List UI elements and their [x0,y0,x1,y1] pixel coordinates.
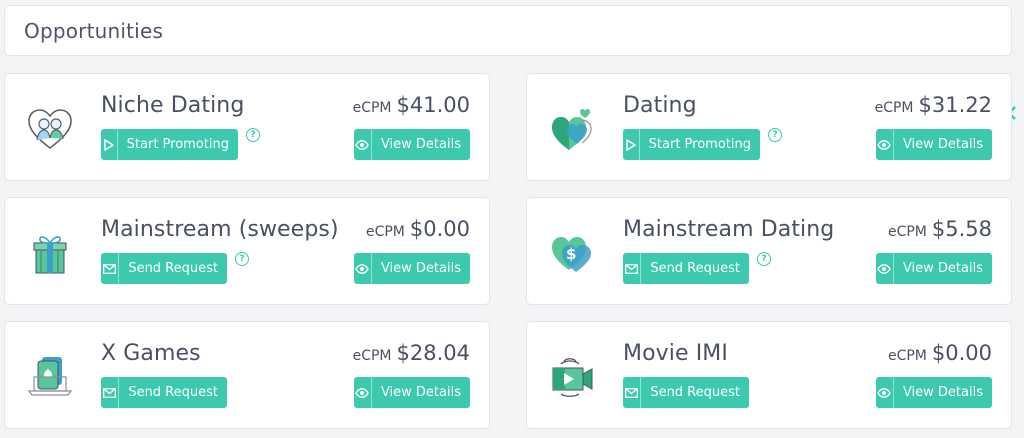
view-details-button[interactable]: View Details [876,377,992,408]
view-details-button[interactable]: View Details [354,129,470,160]
button-label: Start Promoting [126,137,229,152]
send-request-button[interactable]: Send Request [101,253,227,284]
ecpm-display: eCPM $28.04 [353,341,470,365]
button-label: Send Request [128,385,218,400]
view-details-button[interactable]: View Details [354,377,470,408]
laptop-cards-icon [25,354,75,400]
opportunity-card-mainstream-dating: $ Mainstream Dating eCPM $5.58 Send Requ… [526,197,1012,305]
start-promoting-button[interactable]: Start Promoting [623,129,760,160]
ecpm-display: eCPM $31.22 [875,93,992,117]
button-label: Send Request [650,261,740,276]
svg-text:$: $ [566,245,576,263]
opportunity-card-x-games: X Games eCPM $28.04 Send Request View De… [4,321,490,429]
ecpm-value: $0.00 [409,217,470,241]
button-label: Send Request [128,261,218,276]
ecpm-value: $28.04 [396,341,470,365]
dollar-heart-icon: $ [547,230,597,276]
button-label: View Details [380,261,461,276]
help-icon[interactable]: ? [246,128,260,142]
send-request-button[interactable]: Send Request [623,377,749,408]
eye-icon [354,253,372,284]
envelope-icon [623,377,642,408]
ecpm-label: eCPM [352,348,392,364]
button-label: View Details [902,137,983,152]
ecpm-label: eCPM [887,224,927,240]
ecpm-label: eCPM [352,100,392,116]
card-title: Mainstream (sweeps) [101,217,339,242]
eye-icon [876,253,894,284]
ecpm-value: $31.22 [918,93,992,117]
start-promoting-button[interactable]: Start Promoting [101,129,238,160]
button-label: View Details [902,385,983,400]
opportunity-card-niche-dating: Niche Dating eCPM $41.00 Start Promoting… [4,73,490,181]
button-label: Start Promoting [648,137,751,152]
send-request-button[interactable]: Send Request [101,377,227,408]
eye-icon [354,377,372,408]
envelope-icon [101,377,120,408]
envelope-icon [623,253,642,284]
button-label: View Details [902,261,983,276]
view-details-button[interactable]: View Details [876,253,992,284]
ecpm-display: eCPM $5.58 [888,217,992,241]
view-details-button[interactable]: View Details [354,253,470,284]
card-title: Movie IMI [623,341,728,366]
couple-heart-icon [25,106,75,152]
play-icon [623,129,640,160]
ecpm-value: $5.58 [931,217,992,241]
card-title: Mainstream Dating [623,217,835,242]
card-title: X Games [101,341,201,366]
opportunities-header: Opportunities [4,5,1012,56]
opportunity-card-movie-imi: Movie IMI eCPM $0.00 Send Request View D… [526,321,1012,429]
ecpm-value: $41.00 [396,93,470,117]
ecpm-value: $0.00 [931,341,992,365]
card-title: Niche Dating [101,93,245,118]
help-icon[interactable]: ? [757,252,771,266]
ecpm-display: eCPM $0.00 [888,341,992,365]
help-icon[interactable]: ? [235,252,249,266]
opportunity-card-mainstream-sweeps: Mainstream (sweeps) eCPM $0.00 Send Requ… [4,197,490,305]
eye-icon [876,377,894,408]
eye-icon [354,129,372,160]
ecpm-label: eCPM [887,348,927,364]
view-details-button[interactable]: View Details [876,129,992,160]
play-icon [101,129,118,160]
ecpm-display: eCPM $0.00 [366,217,470,241]
opportunity-card-dating: Dating eCPM $31.22 Start Promoting ? Vie… [526,73,1012,181]
button-label: View Details [380,137,461,152]
envelope-icon [101,253,120,284]
gift-box-icon [25,230,75,276]
card-title: Dating [623,93,697,118]
button-label: Send Request [650,385,740,400]
button-label: View Details [380,385,461,400]
ecpm-label: eCPM [874,100,914,116]
ecpm-display: eCPM $41.00 [353,93,470,117]
green-hearts-icon [547,106,597,152]
eye-icon [876,129,894,160]
send-request-button[interactable]: Send Request [623,253,749,284]
page-title: Opportunities [24,18,164,43]
help-icon[interactable]: ? [768,128,782,142]
video-camera-icon [547,354,597,400]
ecpm-label: eCPM [365,224,405,240]
